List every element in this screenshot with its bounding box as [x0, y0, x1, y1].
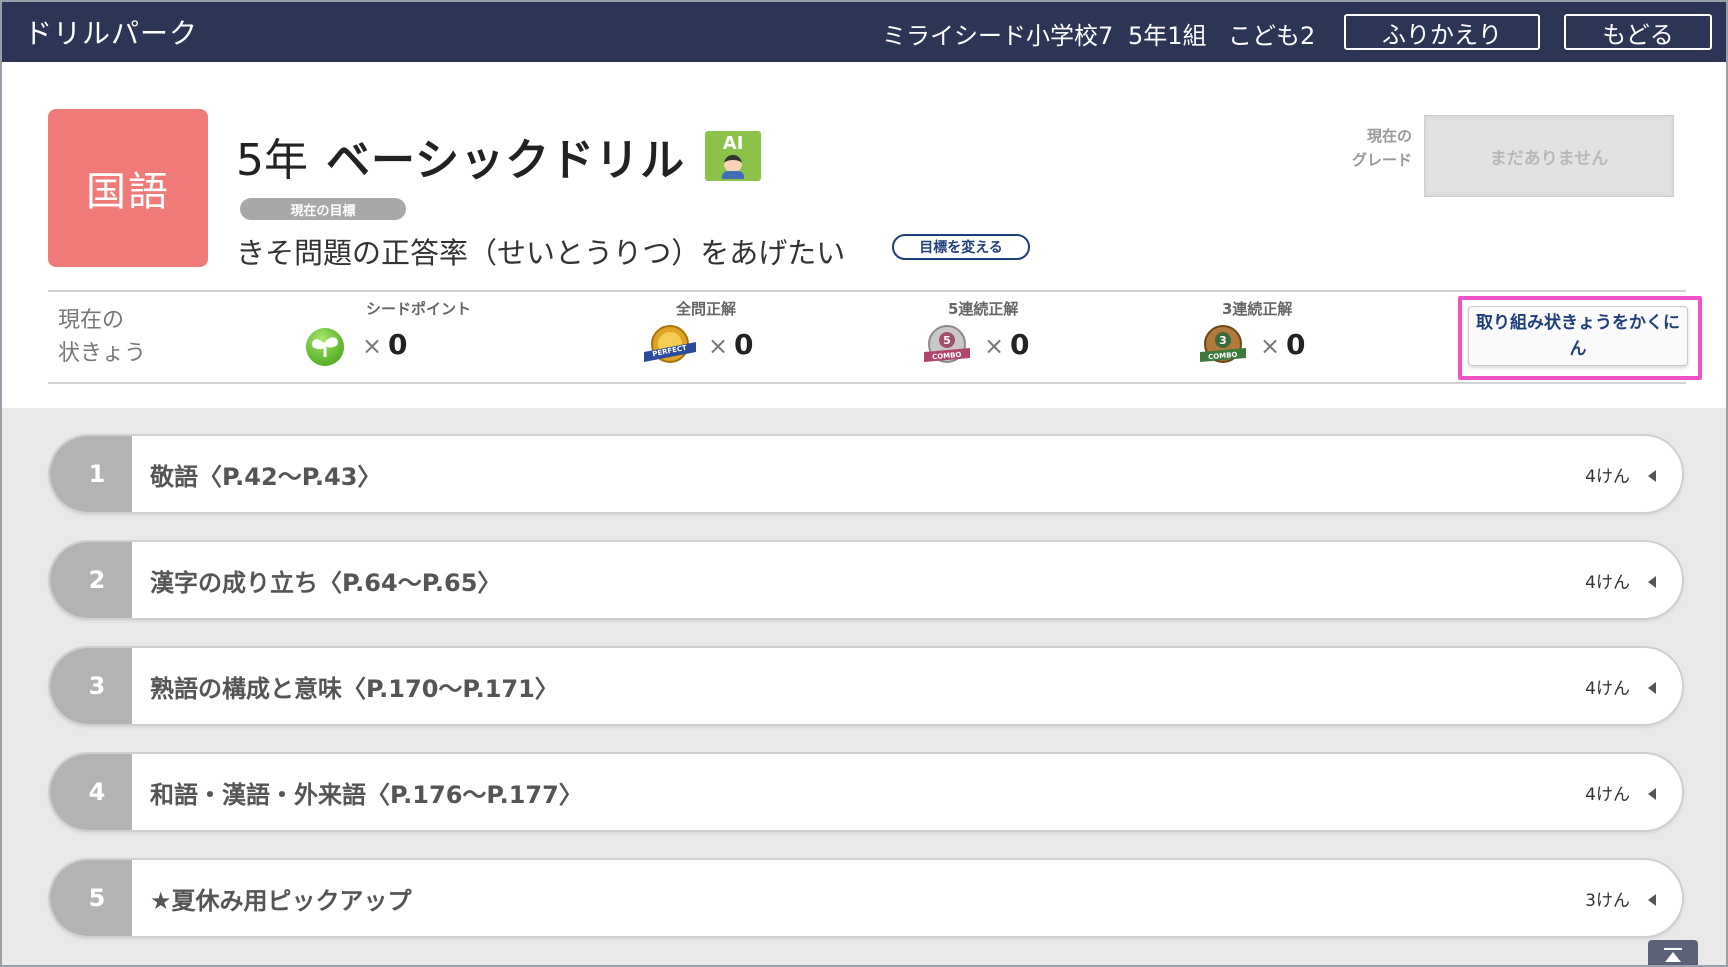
change-goal-button[interactable]: 目標を変える	[892, 234, 1030, 260]
unit-title: 漢字の成り立ち〈P.64～P.65〉	[150, 568, 502, 597]
unit-title: 和語・漢語・外来語〈P.176～P.177〉	[150, 780, 583, 809]
app-window: ドリルパーク ミライシード小学校7 5年1組 こども2 ふりかえり もどる 国語…	[0, 0, 1728, 967]
divider	[48, 382, 1686, 384]
divider	[48, 290, 1686, 292]
unit-count: 4けん	[1585, 572, 1630, 593]
unit-row-3[interactable]: 3 熟語の構成と意味〈P.170～P.171〉 4けん	[48, 646, 1684, 726]
subject-badge: 国語	[48, 109, 208, 267]
3-combo-medal-icon: 3 COMBO	[1200, 325, 1246, 363]
student-name: こども2	[1228, 22, 1316, 50]
top-bar: ドリルパーク ミライシード小学校7 5年1組 こども2 ふりかえり もどる	[2, 2, 1726, 62]
status-label-line2: 状きょう	[58, 341, 147, 366]
scroll-top-bar-icon	[1664, 948, 1682, 950]
check-progress-button[interactable]: 取り組み状きょうをかくにん	[1468, 306, 1688, 366]
caret-left-icon	[1648, 894, 1656, 906]
unit-number: 5	[50, 860, 132, 936]
stat-multiplier: ×	[708, 332, 729, 360]
ai-badge-label: AI	[722, 133, 744, 154]
5-combo-medal-icon: 5 COMBO	[924, 325, 970, 363]
perfect-medal-icon: PERFECT	[644, 325, 696, 363]
unit-row-5[interactable]: 5 ★夏休み用ピックアップ 3けん	[48, 858, 1684, 938]
current-grade-caption-line1: 現在の	[1366, 127, 1412, 145]
app-title: ドリルパーク	[24, 17, 199, 50]
caret-left-icon	[1648, 788, 1656, 800]
svg-text:3: 3	[1219, 334, 1227, 347]
ai-badge-icon: AI	[705, 131, 762, 181]
stat-caption: 3連続正解	[1222, 300, 1293, 318]
unit-row-2[interactable]: 2 漢字の成り立ち〈P.64～P.65〉 4けん	[48, 540, 1684, 620]
stat-multiplier: ×	[362, 332, 383, 360]
current-grade-value: まだありません	[1424, 115, 1674, 197]
drill-title: 5年 ベーシックドリル AI	[236, 124, 762, 188]
unit-number: 2	[50, 542, 132, 618]
unit-number: 3	[50, 648, 132, 724]
goal-text: きそ問題の正答率（せいとうりつ）をあげたい	[236, 236, 846, 270]
stat-caption: 全問正解	[676, 300, 737, 318]
status-label: 現在の 状きょう	[58, 304, 146, 370]
caret-left-icon	[1648, 470, 1656, 482]
status-label-line1: 現在の	[58, 308, 125, 333]
review-button[interactable]: ふりかえり	[1344, 14, 1540, 50]
ai-body-icon	[722, 171, 745, 179]
stat-value: 0	[1010, 328, 1030, 361]
unit-count: 4けん	[1585, 784, 1630, 805]
unit-number: 4	[50, 754, 132, 830]
drill-name: ベーシックドリル	[326, 135, 686, 186]
caret-left-icon	[1648, 576, 1656, 588]
goal-tag: 現在の目標	[240, 198, 406, 220]
stat-multiplier: ×	[1260, 332, 1281, 360]
scroll-to-top-button[interactable]	[1648, 940, 1698, 965]
unit-list: 1 敬語〈P.42～P.43〉 4けん 2 漢字の成り立ち〈P.64～P.65〉…	[2, 408, 1726, 965]
stat-caption: 5連続正解	[948, 300, 1019, 318]
stat-value: 0	[388, 328, 408, 361]
class-name: 5年1組	[1128, 22, 1207, 50]
drill-grade: 5年	[236, 135, 308, 186]
unit-count: 3けん	[1585, 890, 1630, 911]
stat-multiplier: ×	[984, 332, 1005, 360]
unit-number: 1	[50, 436, 132, 512]
back-button[interactable]: もどる	[1564, 14, 1712, 50]
current-grade-caption: 現在の グレード	[1322, 124, 1412, 172]
school-name: ミライシード小学校7	[882, 22, 1114, 50]
caret-left-icon	[1648, 682, 1656, 694]
stat-value: 0	[734, 328, 754, 361]
stat-value: 0	[1286, 328, 1306, 361]
arrow-up-icon	[1665, 952, 1681, 962]
unit-row-1[interactable]: 1 敬語〈P.42～P.43〉 4けん	[48, 434, 1684, 514]
unit-row-4[interactable]: 4 和語・漢語・外来語〈P.176～P.177〉 4けん	[48, 752, 1684, 832]
current-grade-caption-line2: グレード	[1351, 151, 1412, 169]
stat-caption: シードポイント	[366, 300, 472, 318]
svg-text:5: 5	[943, 334, 951, 347]
unit-title: 敬語〈P.42～P.43〉	[150, 462, 382, 491]
unit-count: 4けん	[1585, 466, 1630, 487]
unit-count: 4けん	[1585, 678, 1630, 699]
sprout-icon	[306, 328, 344, 366]
unit-title: ★夏休み用ピックアップ	[150, 886, 412, 915]
unit-title: 熟語の構成と意味〈P.170～P.171〉	[150, 674, 559, 703]
